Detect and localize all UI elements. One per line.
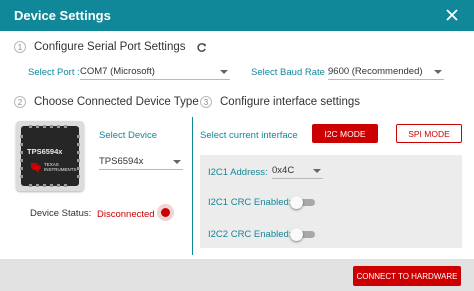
chevron-down-icon	[220, 69, 228, 74]
i2c1-crc-toggle[interactable]	[290, 196, 316, 209]
step-title: Configure Serial Port Settings	[34, 41, 186, 53]
texas-instruments-logo	[31, 163, 41, 172]
step-number: 3	[200, 96, 212, 108]
dialog-title: Device Settings	[14, 8, 111, 23]
close-icon[interactable]	[442, 5, 462, 25]
spi-mode-button[interactable]: SPI MODE	[396, 124, 462, 143]
step-serial-port: 1 Configure Serial Port Settings	[14, 41, 207, 53]
i2c2-crc-label: I2C2 CRC Enabled:	[208, 229, 292, 240]
refresh-icon[interactable]	[196, 42, 207, 53]
step-title: Choose Connected Device Type	[34, 96, 199, 108]
device-chip-image: TPS6594x TEXAS INSTRUMENTS	[20, 125, 80, 187]
i2c1-crc-label: I2C1 CRC Enabled:	[208, 197, 292, 208]
step-device-type: 2 Choose Connected Device Type	[14, 96, 199, 108]
status-indicator-icon	[157, 204, 174, 221]
device-select[interactable]: TPS6594x	[99, 154, 183, 170]
device-settings-dialog: Device Settings 1 Configure Serial Port …	[0, 0, 474, 291]
chevron-down-icon	[434, 69, 442, 74]
chip-part-number: TPS6594x	[27, 147, 63, 156]
step-title: Configure interface settings	[220, 96, 360, 108]
i2c2-crc-toggle[interactable]	[290, 228, 316, 241]
interface-label: Select current interface	[200, 130, 298, 141]
i2c1-address-label: I2C1 Address:	[208, 167, 268, 178]
device-image-card[interactable]: TPS6594x TEXAS INSTRUMENTS	[16, 121, 84, 191]
step-number: 2	[14, 96, 26, 108]
baud-rate-select[interactable]: 9600 (Recommended)	[328, 64, 444, 80]
i2c-settings-panel: I2C1 Address: 0x4C I2C1 CRC Enabled: I2C…	[200, 155, 462, 248]
select-device-label: Select Device	[99, 130, 158, 141]
port-select[interactable]: COM7 (Microsoft)	[80, 64, 230, 80]
connect-to-hardware-button[interactable]: CONNECT TO HARDWARE	[353, 266, 461, 286]
chevron-down-icon	[173, 159, 181, 164]
section-divider	[192, 117, 193, 255]
i2c1-address-value: 0x4C	[272, 165, 295, 176]
device-select-value: TPS6594x	[99, 156, 144, 167]
port-select-value: COM7 (Microsoft)	[80, 66, 155, 77]
i2c1-address-select[interactable]: 0x4C	[272, 163, 323, 179]
step-number: 1	[14, 41, 26, 53]
port-label: Select Port :	[28, 67, 80, 78]
baud-rate-label: Select Baud Rate :	[251, 67, 331, 78]
logo-text: TEXAS INSTRUMENTS	[44, 162, 77, 172]
device-status-value: Disconnected	[97, 209, 155, 220]
chevron-down-icon	[313, 168, 321, 173]
baud-rate-select-value: 9600 (Recommended)	[328, 66, 423, 77]
title-bar: Device Settings	[0, 0, 474, 31]
i2c-mode-button[interactable]: I2C MODE	[312, 124, 378, 143]
device-status-label: Device Status:	[30, 208, 92, 219]
step-interface-settings: 3 Configure interface settings	[200, 96, 360, 108]
